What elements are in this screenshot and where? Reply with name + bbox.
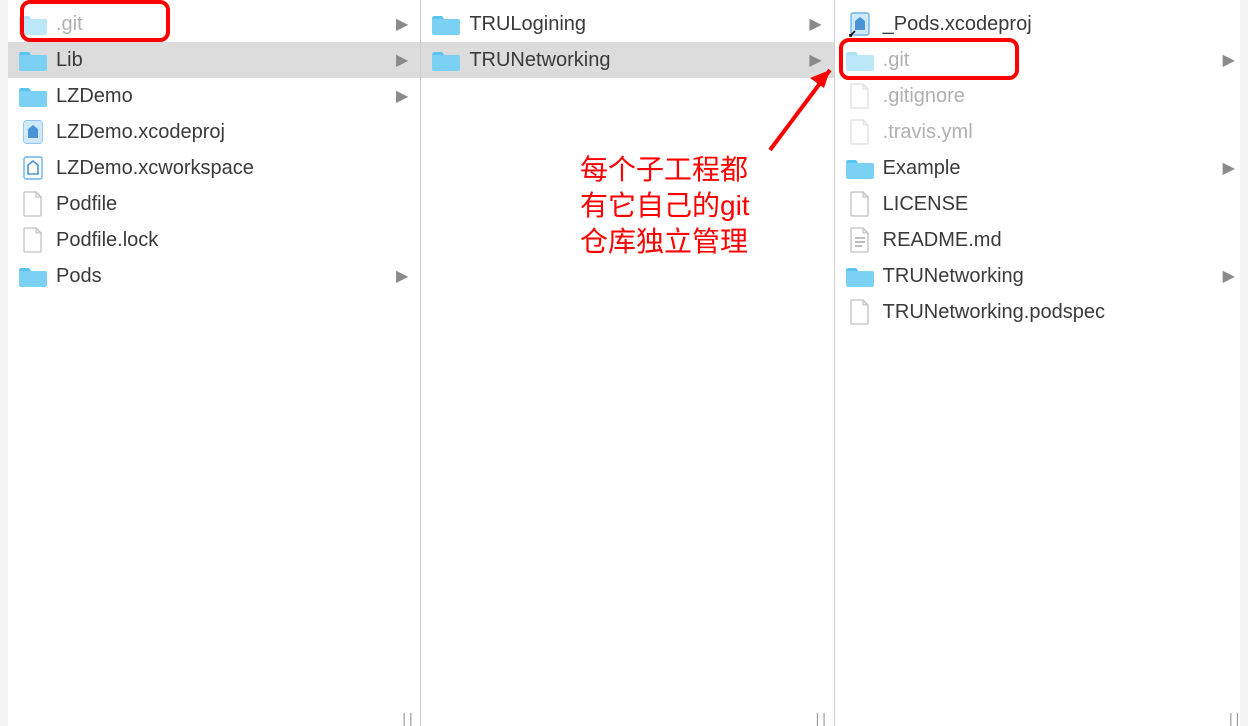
file-label: Podfile.lock — [56, 229, 158, 252]
file-row[interactable]: Podfile — [8, 186, 420, 222]
file-label: Pods — [56, 265, 102, 288]
file-label: Lib — [56, 49, 83, 72]
scroll-track-left[interactable] — [0, 0, 8, 726]
column-2: TRULogining ▶ TRUNetworking ▶ || — [421, 0, 834, 726]
file-row[interactable]: TRUNetworking.podspec — [835, 294, 1247, 330]
file-row[interactable]: .git ▶ — [8, 6, 420, 42]
file-row[interactable]: TRULogining ▶ — [421, 6, 833, 42]
file-row[interactable]: TRUNetworking ▶ — [835, 258, 1247, 294]
folder-icon — [18, 47, 48, 73]
file-row[interactable]: README.md — [835, 222, 1247, 258]
folder-icon — [18, 263, 48, 289]
file-row[interactable]: Pods ▶ — [8, 258, 420, 294]
chevron-right-icon: ▶ — [1223, 158, 1235, 178]
file-icon — [845, 119, 875, 145]
column-3: _Pods.xcodeproj .git ▶ .gitignore .travi… — [835, 0, 1248, 726]
chevron-right-icon: ▶ — [809, 50, 821, 70]
file-label: .git — [883, 49, 910, 72]
xcodeproj-alias-icon — [845, 11, 875, 37]
file-row[interactable]: Podfile.lock — [8, 222, 420, 258]
xcworkspace-icon — [18, 155, 48, 181]
chevron-right-icon: ▶ — [396, 14, 408, 34]
column-1: .git ▶ Lib ▶ LZDemo ▶ LZDemo.xcodeproj L… — [8, 0, 421, 726]
file-row[interactable]: _Pods.xcodeproj — [835, 6, 1247, 42]
file-row[interactable]: LZDemo.xcodeproj — [8, 114, 420, 150]
file-row[interactable]: LZDemo ▶ — [8, 78, 420, 114]
file-icon — [845, 83, 875, 109]
file-label: .gitignore — [883, 85, 965, 108]
scroll-track-right[interactable] — [1240, 0, 1248, 726]
folder-icon — [431, 47, 461, 73]
file-icon — [845, 299, 875, 325]
chevron-right-icon: ▶ — [396, 86, 408, 106]
file-icon — [845, 191, 875, 217]
textfile-icon — [845, 227, 875, 253]
file-icon — [18, 191, 48, 217]
folder-icon — [18, 11, 48, 37]
file-label: LICENSE — [883, 193, 969, 216]
file-label: TRUNetworking — [883, 265, 1024, 288]
file-label: LZDemo.xcworkspace — [56, 157, 254, 180]
file-label: Example — [883, 157, 961, 180]
file-label: _Pods.xcodeproj — [883, 13, 1032, 36]
file-label: README.md — [883, 229, 1002, 252]
folder-icon — [431, 11, 461, 37]
chevron-right-icon: ▶ — [1223, 50, 1235, 70]
file-label: LZDemo.xcodeproj — [56, 121, 225, 144]
file-label: TRUNetworking — [469, 49, 610, 72]
file-row[interactable]: LICENSE — [835, 186, 1247, 222]
folder-icon — [18, 83, 48, 109]
xcodeproj-icon — [18, 119, 48, 145]
file-label: LZDemo — [56, 85, 133, 108]
file-label: Podfile — [56, 193, 117, 216]
file-row[interactable]: Lib ▶ — [8, 42, 420, 78]
chevron-right-icon: ▶ — [1223, 266, 1235, 286]
file-label: .git — [56, 13, 83, 36]
file-row[interactable]: Example ▶ — [835, 150, 1247, 186]
file-row[interactable]: .travis.yml — [835, 114, 1247, 150]
folder-icon — [845, 47, 875, 73]
folder-icon — [845, 263, 875, 289]
file-row[interactable]: TRUNetworking ▶ — [421, 42, 833, 78]
file-row[interactable]: .git ▶ — [835, 42, 1247, 78]
chevron-right-icon: ▶ — [396, 266, 408, 286]
column-resize-handle[interactable]: || — [816, 710, 830, 724]
column-resize-handle[interactable]: || — [402, 710, 416, 724]
file-label: TRULogining — [469, 13, 586, 36]
file-label: TRUNetworking.podspec — [883, 301, 1105, 324]
chevron-right-icon: ▶ — [396, 50, 408, 70]
file-label: .travis.yml — [883, 121, 973, 144]
chevron-right-icon: ▶ — [809, 14, 821, 34]
file-icon — [18, 227, 48, 253]
file-row[interactable]: .gitignore — [835, 78, 1247, 114]
finder-columns: .git ▶ Lib ▶ LZDemo ▶ LZDemo.xcodeproj L… — [0, 0, 1248, 726]
file-row[interactable]: LZDemo.xcworkspace — [8, 150, 420, 186]
folder-icon — [845, 155, 875, 181]
